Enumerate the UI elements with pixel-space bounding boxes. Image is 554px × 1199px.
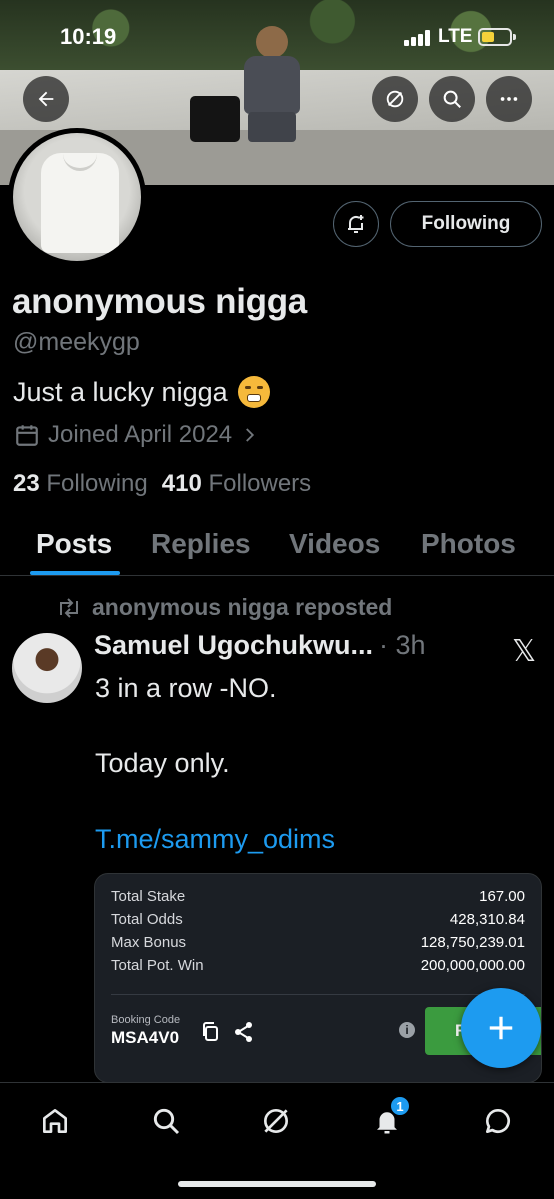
bio-text: Just a lucky nigga: [13, 376, 228, 407]
status-bar: 10:19 LTE: [0, 0, 554, 70]
nav-search[interactable]: [146, 1101, 186, 1141]
post-time: · 3h: [379, 630, 426, 660]
joined-date[interactable]: Joined April 2024: [14, 421, 258, 449]
face-with-steam-emoji-icon: [237, 376, 270, 408]
x-logo-icon[interactable]: 𝕏: [512, 634, 536, 669]
grok-icon: [264, 1109, 288, 1133]
repost-indicator[interactable]: anonymous nigga reposted: [56, 594, 392, 621]
tab-photos[interactable]: Photos: [421, 528, 516, 560]
calendar-icon: [16, 425, 38, 446]
home-indicator: [178, 1181, 376, 1187]
profile-tabs: Posts Replies Videos Photos: [0, 520, 554, 576]
bet-row: Total Stake 167.00: [111, 888, 525, 905]
nav-messages[interactable]: [478, 1101, 518, 1141]
notifications-toggle-button[interactable]: [333, 201, 379, 247]
notification-badge: 1: [389, 1095, 411, 1117]
nav-home[interactable]: [35, 1101, 75, 1141]
following-button[interactable]: Following: [390, 201, 542, 247]
back-button[interactable]: [23, 76, 69, 122]
nav-notifications[interactable]: 1: [367, 1095, 411, 1141]
signal-icon: [404, 30, 432, 46]
post-header: Samuel Ugochukwu... · 3h: [94, 630, 426, 661]
booking-code-label: Booking Code: [111, 1014, 181, 1026]
network-label: LTE: [438, 26, 473, 47]
info-icon: i: [399, 1022, 415, 1038]
status-time: 10:19: [60, 24, 117, 49]
post-author-name[interactable]: Samuel Ugochukwu...: [94, 630, 373, 661]
tab-replies[interactable]: Replies: [151, 528, 251, 560]
joined-text: Joined April 2024: [48, 421, 233, 448]
search-icon: [443, 90, 461, 108]
tab-videos[interactable]: Videos: [289, 528, 380, 560]
profile-display-name: anonymous nigga: [12, 282, 307, 321]
chevron-right-icon: [246, 428, 255, 442]
bell-plus-icon: [348, 215, 364, 233]
more-icon: [500, 97, 518, 101]
following-label: Following: [46, 470, 148, 497]
post-link[interactable]: T.me/sammy_odims: [95, 824, 335, 855]
followers-count: 410: [161, 470, 202, 497]
battery-icon: [478, 28, 516, 46]
banner-briefcase: [190, 96, 240, 142]
follow-stats: 23 Following 410 Followers: [13, 470, 311, 498]
post-author-avatar[interactable]: [12, 633, 82, 703]
following-stat[interactable]: 23 Following: [13, 470, 148, 498]
followers-stat[interactable]: 410 Followers: [162, 470, 311, 498]
profile-bio: Just a lucky nigga: [13, 376, 270, 408]
copy-icon: [203, 1022, 218, 1041]
bet-row: Total Odds 428,310.84: [111, 911, 525, 928]
home-icon: [43, 1109, 67, 1133]
tab-posts[interactable]: Posts: [36, 528, 112, 560]
profile-avatar[interactable]: [8, 128, 146, 266]
plus-icon: [489, 1016, 513, 1040]
search-icon: [153, 1108, 180, 1135]
bet-row: Total Pot. Win 200,000,000.00: [111, 957, 525, 974]
repost-icon: [60, 597, 78, 618]
bet-row: Max Bonus 128,750,239.01: [111, 934, 525, 951]
repost-label: anonymous nigga reposted: [92, 594, 393, 620]
followers-label: Followers: [208, 470, 312, 497]
profile-handle: @meekygp: [13, 328, 140, 356]
grok-icon: [386, 90, 404, 108]
following-count: 23: [13, 470, 40, 497]
messages-icon: [486, 1109, 510, 1133]
nav-grok[interactable]: [256, 1101, 296, 1141]
compose-button[interactable]: [461, 988, 541, 1068]
active-tab-indicator: [30, 571, 120, 575]
grok-button[interactable]: [372, 76, 418, 122]
search-button[interactable]: [429, 76, 475, 122]
booking-code: MSA4V0: [111, 1028, 180, 1047]
post-text-line-1: 3 in a row -NO.: [95, 673, 277, 703]
post-text-line-2: Today only.: [95, 748, 230, 778]
more-button[interactable]: [486, 76, 532, 122]
share-icon: [235, 1022, 252, 1042]
bet-divider: [111, 994, 525, 995]
arrow-left-icon: [38, 91, 54, 107]
